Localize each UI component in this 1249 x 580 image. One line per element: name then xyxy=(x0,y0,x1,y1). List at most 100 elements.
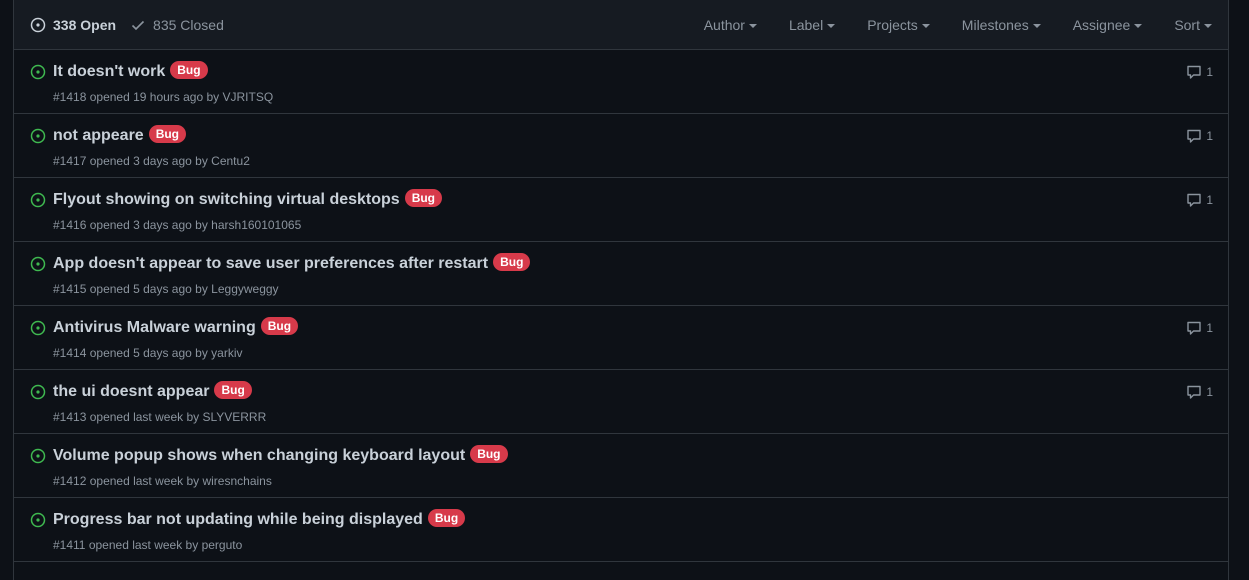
issue-row[interactable]: It doesn't work Bug #1418 opened 19 hour… xyxy=(14,50,1228,114)
issue-title-line: the ui doesnt appear Bug xyxy=(53,381,252,401)
issues-list-header: 338 Open 835 Closed Author Label Project… xyxy=(14,0,1228,50)
bug-label[interactable]: Bug xyxy=(470,445,508,463)
issue-row[interactable]: not appeare Bug #1417 opened 3 days ago … xyxy=(14,114,1228,178)
issue-meta: #1414 opened 5 days ago by yarkiv xyxy=(53,346,243,360)
comment-count: 1 xyxy=(1206,385,1213,399)
issue-author-link[interactable]: VJRITSQ xyxy=(223,90,274,104)
issue-title-link[interactable]: It doesn't work xyxy=(53,63,165,81)
bug-label[interactable]: Bug xyxy=(427,509,466,527)
issue-meta: #1418 opened 19 hours ago by VJRITSQ xyxy=(53,90,273,104)
comment-count: 1 xyxy=(1206,321,1213,335)
caret-down-icon xyxy=(1204,23,1212,28)
open-issues-tab[interactable]: 338 Open xyxy=(30,17,116,33)
label-filter[interactable]: Label xyxy=(788,16,836,33)
issue-meta: #1415 opened 5 days ago by Leggyweggy xyxy=(53,282,279,296)
issue-number: #1411 xyxy=(53,538,86,552)
issue-title-line: Volume popup shows when changing keyboar… xyxy=(53,445,508,465)
issue-row[interactable]: the ui doesnt appear Bug #1413 opened la… xyxy=(14,370,1228,434)
comment-icon xyxy=(1187,321,1202,335)
filter-label: Assignee xyxy=(1072,16,1131,33)
issue-number: #1415 xyxy=(53,282,87,296)
issue-meta: #1411 opened last week by perguto xyxy=(53,538,242,552)
issue-opened-text: opened 5 days ago by xyxy=(89,282,208,296)
issue-opened-icon xyxy=(30,17,46,32)
issue-row[interactable]: Flyout showing on switching virtual desk… xyxy=(14,178,1228,242)
issue-title-link[interactable]: App doesn't appear to save user preferen… xyxy=(53,255,488,273)
bug-label[interactable]: Bug xyxy=(170,61,208,79)
sort-filter[interactable]: Sort xyxy=(1174,17,1212,33)
projects-filter[interactable]: Projects xyxy=(867,17,930,33)
comments-link[interactable]: 1 xyxy=(1186,320,1213,336)
comment-icon xyxy=(1187,385,1202,399)
open-issues-count: 338 Open xyxy=(53,16,117,33)
issue-opened-icon xyxy=(30,64,46,80)
issue-opened-icon xyxy=(30,192,46,208)
issue-title-line: not appeare Bug xyxy=(53,125,187,145)
bug-label[interactable]: Bug xyxy=(148,125,187,143)
issue-author-link[interactable]: Centu2 xyxy=(211,154,250,168)
filter-label: Label xyxy=(788,16,824,33)
check-icon xyxy=(131,20,145,30)
issue-title-line: Progress bar not updating while being di… xyxy=(53,509,466,529)
issue-opened-icon xyxy=(30,384,46,400)
issues-list-box: 338 Open 835 Closed Author Label Project… xyxy=(13,0,1229,580)
issue-row[interactable]: Progress bar not updating while being di… xyxy=(14,498,1228,562)
issue-opened-icon xyxy=(30,512,46,528)
assignee-filter[interactable]: Assignee xyxy=(1073,17,1143,33)
issue-opened-icon xyxy=(30,256,46,272)
issue-opened-text: opened 3 days ago by xyxy=(89,218,208,232)
issue-number: #1413 xyxy=(53,410,87,424)
issue-title-link[interactable]: Flyout showing on switching virtual desk… xyxy=(53,191,400,209)
issue-author-link[interactable]: SLYVERRR xyxy=(202,410,266,424)
issue-opened-text: opened 5 days ago by xyxy=(89,346,208,360)
issue-title-link[interactable]: Volume popup shows when changing keyboar… xyxy=(53,447,465,465)
issue-opened-text: opened 19 hours ago by xyxy=(89,90,220,104)
issue-meta: #1416 opened 3 days ago by harsh16010106… xyxy=(53,218,301,232)
issue-opened-text: opened last week by xyxy=(88,538,199,552)
issue-row[interactable]: Volume popup shows when changing keyboar… xyxy=(14,434,1228,498)
caret-down-icon xyxy=(921,23,930,28)
author-filter[interactable]: Author xyxy=(704,17,757,33)
filter-bar: Author Label Projects Milestones Assigne… xyxy=(672,0,1212,49)
issue-title-line: Flyout showing on switching virtual desk… xyxy=(53,189,443,209)
comments-link[interactable]: 1 xyxy=(1186,384,1213,400)
closed-issues-count: 835 Closed xyxy=(153,16,224,33)
caret-down-icon xyxy=(1032,23,1041,28)
issue-author-link[interactable]: yarkiv xyxy=(211,346,242,360)
issue-opened-text: opened last week by xyxy=(89,410,200,424)
closed-issues-tab[interactable]: 835 Closed xyxy=(130,17,224,33)
issue-opened-icon xyxy=(30,448,46,464)
issue-state-toggle: 338 Open 835 Closed xyxy=(14,17,238,33)
issue-number: #1412 xyxy=(53,474,87,488)
bug-label[interactable]: Bug xyxy=(260,317,299,335)
issue-author-link[interactable]: Leggyweggy xyxy=(211,282,278,296)
issue-title-link[interactable]: not appeare xyxy=(53,127,144,145)
bug-label[interactable]: Bug xyxy=(214,381,252,399)
issue-row[interactable]: App doesn't appear to save user preferen… xyxy=(14,242,1228,306)
comment-icon xyxy=(1187,129,1202,143)
issue-author-link[interactable]: perguto xyxy=(202,538,243,552)
issue-title-link[interactable]: the ui doesnt appear xyxy=(53,383,209,401)
bug-label[interactable]: Bug xyxy=(404,189,443,207)
issue-number: #1418 xyxy=(53,90,87,104)
caret-down-icon xyxy=(1134,23,1143,28)
issue-author-link[interactable]: wiresnchains xyxy=(202,474,271,488)
issue-row[interactable]: Antivirus Malware warning Bug #1414 open… xyxy=(14,306,1228,370)
issue-meta: #1417 opened 3 days ago by Centu2 xyxy=(53,154,250,168)
issue-author-link[interactable]: harsh160101065 xyxy=(211,218,301,232)
bug-label[interactable]: Bug xyxy=(493,253,531,271)
issue-title-link[interactable]: Antivirus Malware warning xyxy=(53,319,256,337)
milestones-filter[interactable]: Milestones xyxy=(962,17,1041,33)
comment-icon xyxy=(1187,65,1202,79)
issue-number: #1416 xyxy=(53,218,87,232)
comments-link[interactable]: 1 xyxy=(1186,192,1213,208)
caret-down-icon xyxy=(827,23,836,28)
issue-title-line: It doesn't work Bug xyxy=(53,61,208,81)
comment-count: 1 xyxy=(1206,65,1213,79)
comments-link[interactable]: 1 xyxy=(1186,64,1213,80)
issue-opened-text: opened 3 days ago by xyxy=(89,154,208,168)
issue-meta: #1412 opened last week by wiresnchains xyxy=(53,474,272,488)
issue-title-link[interactable]: Progress bar not updating while being di… xyxy=(53,511,423,529)
comments-link[interactable]: 1 xyxy=(1186,128,1213,144)
comment-count: 1 xyxy=(1206,193,1213,207)
